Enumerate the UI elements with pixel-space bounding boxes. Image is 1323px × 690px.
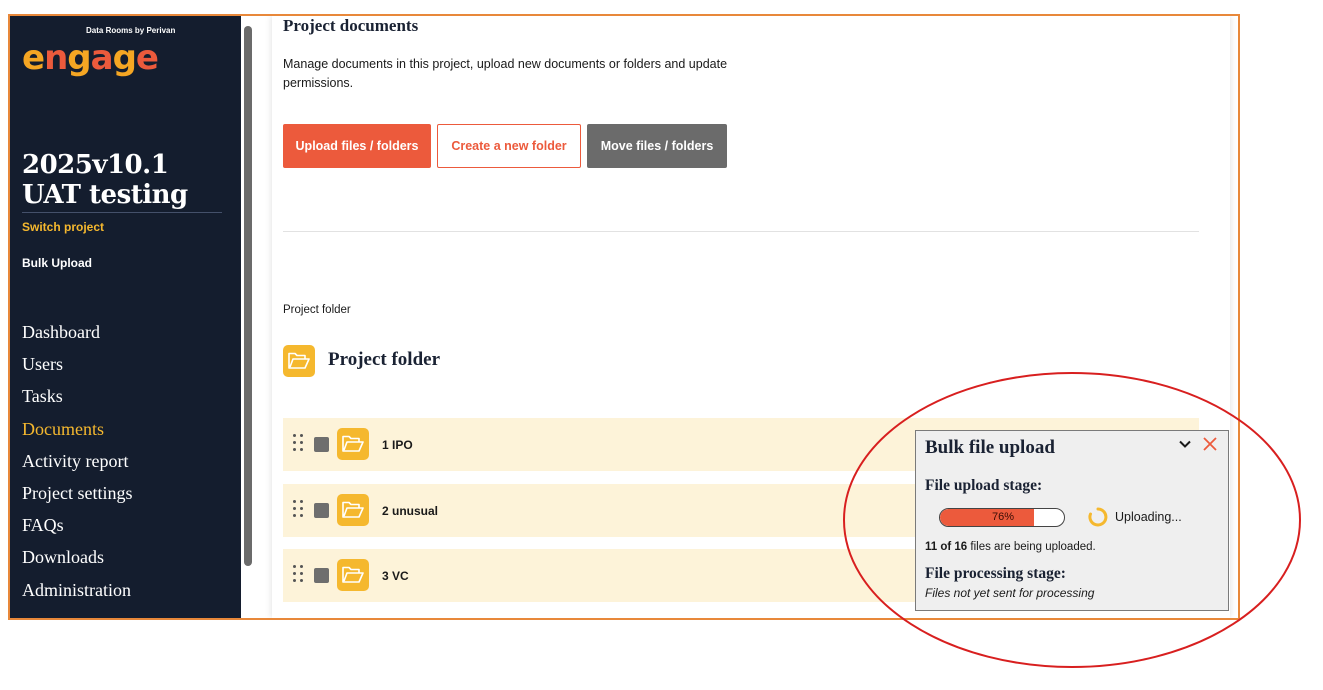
project-name: 2025v10.1 UAT testing <box>22 150 222 213</box>
processing-note: Files not yet sent for processing <box>925 586 1095 600</box>
row-checkbox[interactable] <box>314 503 329 518</box>
create-folder-button[interactable]: Create a new folder <box>437 124 581 168</box>
folder-title: Project folder <box>328 349 441 370</box>
logo-tagline: Data Rooms by Perivan <box>86 26 176 35</box>
row-checkbox[interactable] <box>314 437 329 452</box>
page-description: Manage documents in this project, upload… <box>283 57 728 90</box>
sidebar-item-project-settings[interactable]: Project settings <box>22 477 133 509</box>
logo-letter: g <box>67 38 91 78</box>
folder-icon <box>337 559 369 591</box>
engage-logo[interactable]: engage <box>22 38 159 78</box>
switch-project-link[interactable]: Switch project <box>22 220 104 234</box>
upload-count-number: 11 of 16 <box>925 541 968 553</box>
panel-title: Bulk file upload <box>925 437 1055 458</box>
sidebar-item-downloads[interactable]: Downloads <box>22 541 133 573</box>
spinner-icon <box>1088 507 1108 527</box>
upload-status: Uploading... <box>1115 510 1182 524</box>
row-checkbox[interactable] <box>314 568 329 583</box>
section-divider <box>283 231 1199 232</box>
move-files-button[interactable]: Move files / folders <box>587 124 727 168</box>
folder-name[interactable]: 1 IPO <box>382 438 413 452</box>
sidebar-nav: Dashboard Users Tasks Documents Activity… <box>22 316 133 606</box>
breadcrumb[interactable]: Project folder <box>283 304 351 316</box>
sidebar: Data Rooms by Perivan engage 2025v10.1 U… <box>10 16 241 618</box>
drag-handle-icon[interactable] <box>293 565 307 587</box>
sidebar-item-documents[interactable]: Documents <box>22 413 133 445</box>
bulk-upload-panel: Bulk file upload File upload stage: 76% … <box>915 430 1229 611</box>
bulk-upload-link[interactable]: Bulk Upload <box>22 256 92 270</box>
logo-letter: e <box>135 38 159 78</box>
sidebar-item-activity-report[interactable]: Activity report <box>22 445 133 477</box>
page-title: Project documents <box>283 16 419 35</box>
upload-count: 11 of 16 files are being uploaded. <box>925 541 1096 553</box>
sidebar-item-dashboard[interactable]: Dashboard <box>22 316 133 348</box>
sidebar-item-tasks[interactable]: Tasks <box>22 380 133 412</box>
processing-stage-heading: File processing stage: <box>925 565 1066 582</box>
logo-letter: n <box>44 38 68 78</box>
upload-files-button[interactable]: Upload files / folders <box>283 124 431 168</box>
sidebar-item-faqs[interactable]: FAQs <box>22 509 133 541</box>
drag-handle-icon[interactable] <box>293 500 307 522</box>
logo-letter: e <box>22 38 45 78</box>
sidebar-item-users[interactable]: Users <box>22 348 133 380</box>
progress-label: 76% <box>991 511 1015 523</box>
open-folder-icon <box>283 345 315 377</box>
folder-name[interactable]: 3 VC <box>382 569 409 583</box>
upload-count-text: files are being uploaded. <box>967 541 1096 553</box>
sidebar-item-administration[interactable]: Administration <box>22 574 133 606</box>
folder-icon <box>337 428 369 460</box>
folder-icon <box>337 494 369 526</box>
close-icon[interactable] <box>1202 434 1218 458</box>
sidebar-scrollbar-thumb[interactable] <box>244 26 252 566</box>
upload-progress-bar: 76% <box>939 508 1065 527</box>
folder-name[interactable]: 2 unusual <box>382 504 438 518</box>
chevron-down-icon[interactable] <box>1178 437 1192 456</box>
logo-letter: g <box>112 38 137 78</box>
upload-stage-heading: File upload stage: <box>925 477 1043 494</box>
logo-letter: a <box>90 38 114 78</box>
drag-handle-icon[interactable] <box>293 434 307 456</box>
